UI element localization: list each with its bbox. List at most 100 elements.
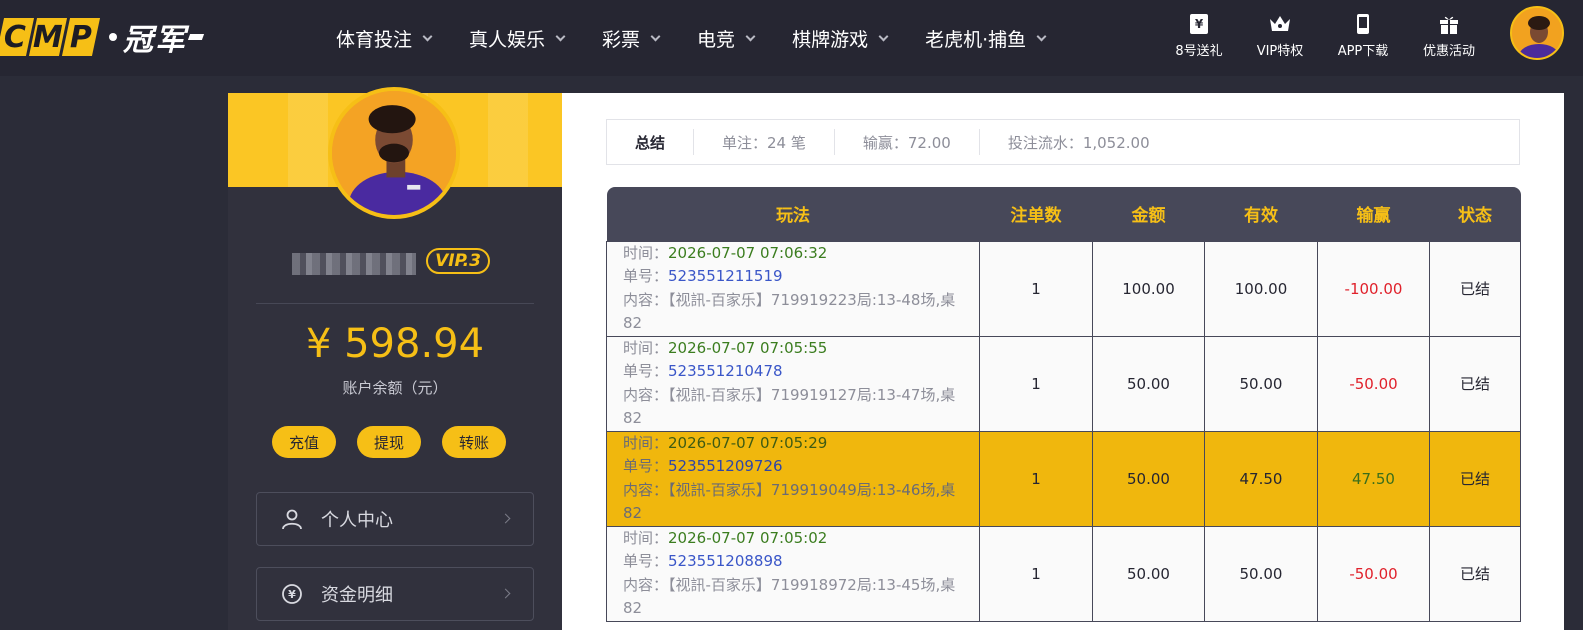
- bet-amount: 50.00: [1092, 525, 1205, 622]
- quick-link-label: 8号送礼: [1175, 44, 1223, 59]
- chevron-down-icon: [650, 31, 661, 41]
- bet-count: 1: [979, 240, 1093, 337]
- nav-label: 彩票: [602, 28, 641, 51]
- bet-time: 2026-07-07 07:05:29: [668, 433, 828, 452]
- bet-content: 【视訊-百家乐】719919127局:13-47场,桌82: [623, 385, 956, 428]
- column-header-status: 状态: [1429, 187, 1521, 241]
- bet-valid: 100.00: [1204, 240, 1318, 337]
- chevron-right-icon: [500, 513, 511, 524]
- money-icon: ¥: [282, 584, 302, 604]
- bet-count: 1: [979, 430, 1093, 527]
- quick-link-vip[interactable]: VIP特权: [1245, 12, 1315, 59]
- bet-time: 2026-07-07 07:05:55: [668, 338, 828, 357]
- nav-label: 体育投注: [336, 28, 413, 51]
- phone-icon: [1357, 14, 1369, 34]
- bet-content: 【视訊-百家乐】719919223局:13-48场,桌82: [623, 290, 956, 333]
- bet-result: 47.50: [1317, 430, 1430, 527]
- logo-letter-box: P: [61, 18, 101, 56]
- bet-id[interactable]: 523551209726: [668, 457, 783, 475]
- gift-ticket-icon: ¥: [1190, 14, 1208, 34]
- sidebar-item-label: 个人中心: [321, 510, 393, 531]
- chevron-down-icon: [878, 31, 889, 41]
- table-row[interactable]: 时间：2026-07-07 07:05:02 单号：523551208898 内…: [606, 525, 1521, 622]
- logo-letter: P: [70, 19, 92, 55]
- id-label: 单号：: [623, 457, 669, 475]
- summary-title: 总结: [607, 129, 695, 155]
- nav-item-lottery[interactable]: 彩票: [602, 25, 661, 52]
- brand-logo[interactable]: C M P 冠军: [0, 17, 205, 58]
- bet-detail-cell: 时间：2026-07-07 07:05:02 单号：523551208898 内…: [606, 525, 980, 622]
- logo-name: 冠军: [123, 23, 187, 58]
- nav-item-slots-fishing[interactable]: 老虎机·捕鱼: [925, 25, 1047, 52]
- quick-link-app[interactable]: APP下载: [1328, 12, 1398, 59]
- bet-time: 2026-07-07 07:05:02: [668, 528, 828, 547]
- table-row[interactable]: 时间：2026-07-07 07:06:32 单号：523551211519 内…: [606, 240, 1521, 337]
- crown-icon: [1270, 16, 1290, 31]
- table-header-row: 玩法 注单数 金额 有效 输赢 状态: [606, 187, 1521, 241]
- chevron-down-icon: [555, 31, 566, 41]
- table-row-highlighted[interactable]: 时间：2026-07-07 07:05:29 单号：523551209726 内…: [606, 430, 1521, 527]
- chevron-down-icon: [745, 31, 756, 41]
- nav-label: 棋牌游戏: [792, 28, 869, 51]
- sidebar-item-personal-center[interactable]: 个人中心: [256, 492, 534, 546]
- bet-valid: 47.50: [1204, 430, 1318, 527]
- quick-link-label: APP下载: [1337, 44, 1389, 59]
- account-sidebar: VIP.3 ¥ 598.94 账户余额（元） 充值 提现 转账 个人中心 ¥ 资…: [228, 87, 562, 630]
- summary-turnover: 投注流水：1,052.00: [1007, 133, 1150, 152]
- bet-detail-cell: 时间：2026-07-07 07:05:29 单号：523551209726 内…: [606, 430, 980, 527]
- nav-item-sports[interactable]: 体育投注: [336, 25, 433, 52]
- sidebar-item-fund-details[interactable]: ¥ 资金明细: [256, 567, 534, 621]
- bet-records-panel: 总结 单注：24 笔 输赢：72.00 投注流水：1,052.00 玩法 注单数…: [562, 93, 1564, 630]
- column-header-amount: 金额: [1092, 187, 1205, 241]
- nav-item-card-games[interactable]: 棋牌游戏: [792, 25, 889, 52]
- summary-win-loss: 输赢：72.00: [835, 129, 980, 155]
- top-navbar: C M P 冠军 体育投注 真人娱乐 彩票 电竞 棋牌游戏 老虎机·捕鱼 ¥ 8…: [0, 0, 1583, 76]
- nav-label: 电竞: [697, 28, 736, 51]
- id-label: 单号：: [623, 552, 669, 570]
- logo-letter-box: C: [0, 18, 35, 56]
- user-photo: [1512, 8, 1562, 58]
- page-gutter: [1564, 76, 1583, 630]
- bet-status: 已结: [1429, 430, 1521, 527]
- avatar[interactable]: [1510, 6, 1564, 60]
- user-icon: [282, 509, 302, 530]
- sidebar-item-label: 资金明细: [321, 585, 393, 606]
- bet-status: 已结: [1429, 240, 1521, 337]
- transfer-button[interactable]: 转账: [442, 426, 506, 458]
- summary-bet-count: 单注：24 笔: [694, 129, 835, 155]
- deposit-button[interactable]: 充值: [272, 426, 336, 458]
- bet-valid: 50.00: [1204, 525, 1318, 622]
- bet-detail-cell: 时间：2026-07-07 07:05:55 单号：523551210478 内…: [606, 335, 980, 432]
- bet-valid: 50.00: [1204, 335, 1318, 432]
- username-masked: [292, 253, 416, 275]
- quick-link-promotions[interactable]: 优惠活动: [1414, 12, 1484, 59]
- summary-bar: 总结 单注：24 笔 输赢：72.00 投注流水：1,052.00: [606, 119, 1520, 165]
- balance-amount: ¥ 598.94: [305, 321, 485, 367]
- logo-dash: [187, 34, 205, 40]
- bet-status: 已结: [1429, 525, 1521, 622]
- withdraw-button[interactable]: 提现: [357, 426, 421, 458]
- bet-detail-cell: 时间：2026-07-07 07:06:32 单号：523551211519 内…: [606, 240, 980, 337]
- bet-content: 【视訊-百家乐】719919049局:13-46场,桌82: [623, 480, 956, 523]
- vip-badge: VIP.3: [426, 248, 490, 274]
- bet-id[interactable]: 523551208898: [668, 552, 783, 570]
- chevron-down-icon: [1036, 31, 1047, 41]
- bet-result: -100.00: [1317, 240, 1430, 337]
- balance-label: 账户余额（元）: [342, 379, 448, 397]
- quick-link-daily-gift[interactable]: ¥ 8号送礼: [1164, 12, 1234, 59]
- bet-count: 1: [979, 335, 1093, 432]
- nav-item-live-casino[interactable]: 真人娱乐: [469, 25, 566, 52]
- bet-id[interactable]: 523551210478: [668, 362, 783, 380]
- time-label: 时间：: [623, 338, 669, 357]
- profile-avatar[interactable]: [328, 87, 460, 219]
- table-row[interactable]: 时间：2026-07-07 07:05:55 单号：523551210478 内…: [606, 335, 1521, 432]
- logo-letter: M: [33, 19, 63, 55]
- bet-id[interactable]: 523551211519: [668, 267, 783, 285]
- content-label: 内容：: [623, 480, 669, 499]
- bet-amount: 50.00: [1092, 335, 1205, 432]
- nav-item-esports[interactable]: 电竞: [697, 25, 756, 52]
- chevron-right-icon: [500, 588, 511, 599]
- quick-link-label: 优惠活动: [1422, 44, 1475, 59]
- quick-link-label: VIP特权: [1256, 44, 1304, 59]
- bet-status: 已结: [1429, 335, 1521, 432]
